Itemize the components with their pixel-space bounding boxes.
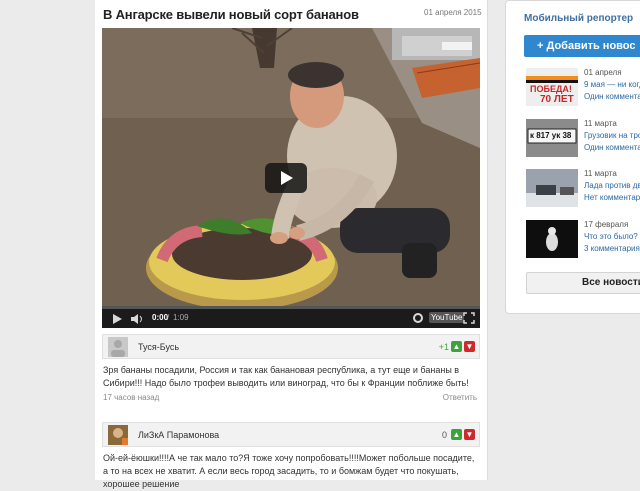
youtube-logo[interactable]: YouTube	[429, 312, 465, 323]
article-date: 01 апреля 2015	[424, 8, 482, 17]
mobile-reporter-widget: Мобильный репортер + Добавить новос ПОБЕ…	[505, 0, 640, 314]
news-comments[interactable]: Один комментарий	[584, 92, 640, 101]
fullscreen-icon[interactable]	[463, 312, 475, 324]
thumb-banner-line2: 70 ЛЕТ	[540, 94, 574, 105]
news-date: 11 марта	[584, 119, 617, 128]
news-item[interactable]: к 817 ук 38 11 марта Грузовик на тротуар…	[526, 119, 640, 159]
article-column: В Ангарске вывели новый сорт бананов 01 …	[95, 0, 488, 489]
news-item[interactable]: ПОБЕДА! 70 ЛЕТ 01 апреля 9 мая — ни когд…	[526, 68, 640, 108]
comment-header: ЛиЗкА Парамонова 0 ▲ ▼	[102, 422, 480, 447]
progress-bar[interactable]	[102, 306, 480, 309]
news-item[interactable]: 11 марта Лада против двух Нет комментари…	[526, 169, 640, 209]
video-player[interactable]: 0:00 / 1:09 YouTube	[102, 28, 480, 328]
thumb-plate: к 817 ук 38	[530, 131, 572, 140]
thumbs-up-icon[interactable]: ▲	[451, 429, 462, 440]
news-comments[interactable]: 3 комментария	[584, 244, 640, 253]
news-date: 17 февраля	[584, 220, 629, 229]
article-title: В Ангарске вывели новый сорт бананов	[103, 7, 359, 22]
comment-time: 17 часов назад	[103, 393, 160, 402]
thumbs-down-icon[interactable]: ▼	[464, 341, 475, 352]
comment-author[interactable]: ЛиЗкА Парамонова	[138, 430, 219, 440]
news-thumbnail	[526, 169, 578, 207]
duration: 1:09	[173, 313, 189, 322]
news-title[interactable]: Грузовик на тротуаре	[584, 131, 640, 140]
news-item[interactable]: 17 февраля Что это было? 3 комментария	[526, 220, 640, 260]
news-comments[interactable]: Один комментарий	[584, 143, 640, 152]
video-controls: 0:00 / 1:09 YouTube	[102, 306, 480, 328]
volume-icon[interactable]	[130, 313, 144, 325]
comment-header: Туся-Бусь +1 ▲ ▼	[102, 334, 480, 359]
all-news-button[interactable]: Все новости	[526, 272, 640, 294]
comment-author[interactable]: Туся-Бусь	[138, 342, 179, 352]
play-button[interactable]	[265, 163, 307, 193]
thumbs-up-icon[interactable]: ▲	[451, 341, 462, 352]
comment-score: +1	[438, 342, 449, 352]
thumbs-down-icon[interactable]: ▼	[464, 429, 475, 440]
avatar-placeholder-icon	[108, 337, 128, 357]
news-title[interactable]: 9 мая — ни когда	[584, 80, 640, 89]
avatar	[108, 425, 128, 445]
comment-text: Ой-ей-ёюшки!!!!А че так мало то?Я тоже х…	[103, 453, 475, 489]
current-time: 0:00	[152, 313, 169, 322]
news-title[interactable]: Лада против двух	[584, 181, 640, 190]
news-date: 11 марта	[584, 169, 617, 178]
reply-link[interactable]: Ответить	[443, 393, 477, 402]
news-comments[interactable]: Нет комментариев	[584, 193, 640, 202]
add-news-button[interactable]: + Добавить новос	[524, 35, 640, 57]
comment-text: Зря бананы посадили, Россия и так как ба…	[103, 365, 469, 388]
news-title[interactable]: Что это было?	[584, 232, 638, 241]
settings-icon[interactable]	[412, 312, 424, 324]
time-separator: /	[167, 313, 170, 322]
play-icon	[281, 171, 293, 185]
news-thumbnail	[526, 220, 578, 258]
widget-title: Мобильный репортер	[524, 13, 634, 24]
thumb-banner-line1: ПОБЕДА!	[530, 84, 572, 94]
news-date: 01 апреля	[584, 68, 622, 77]
play-icon[interactable]	[111, 313, 123, 325]
comment-score: 0	[441, 430, 447, 440]
